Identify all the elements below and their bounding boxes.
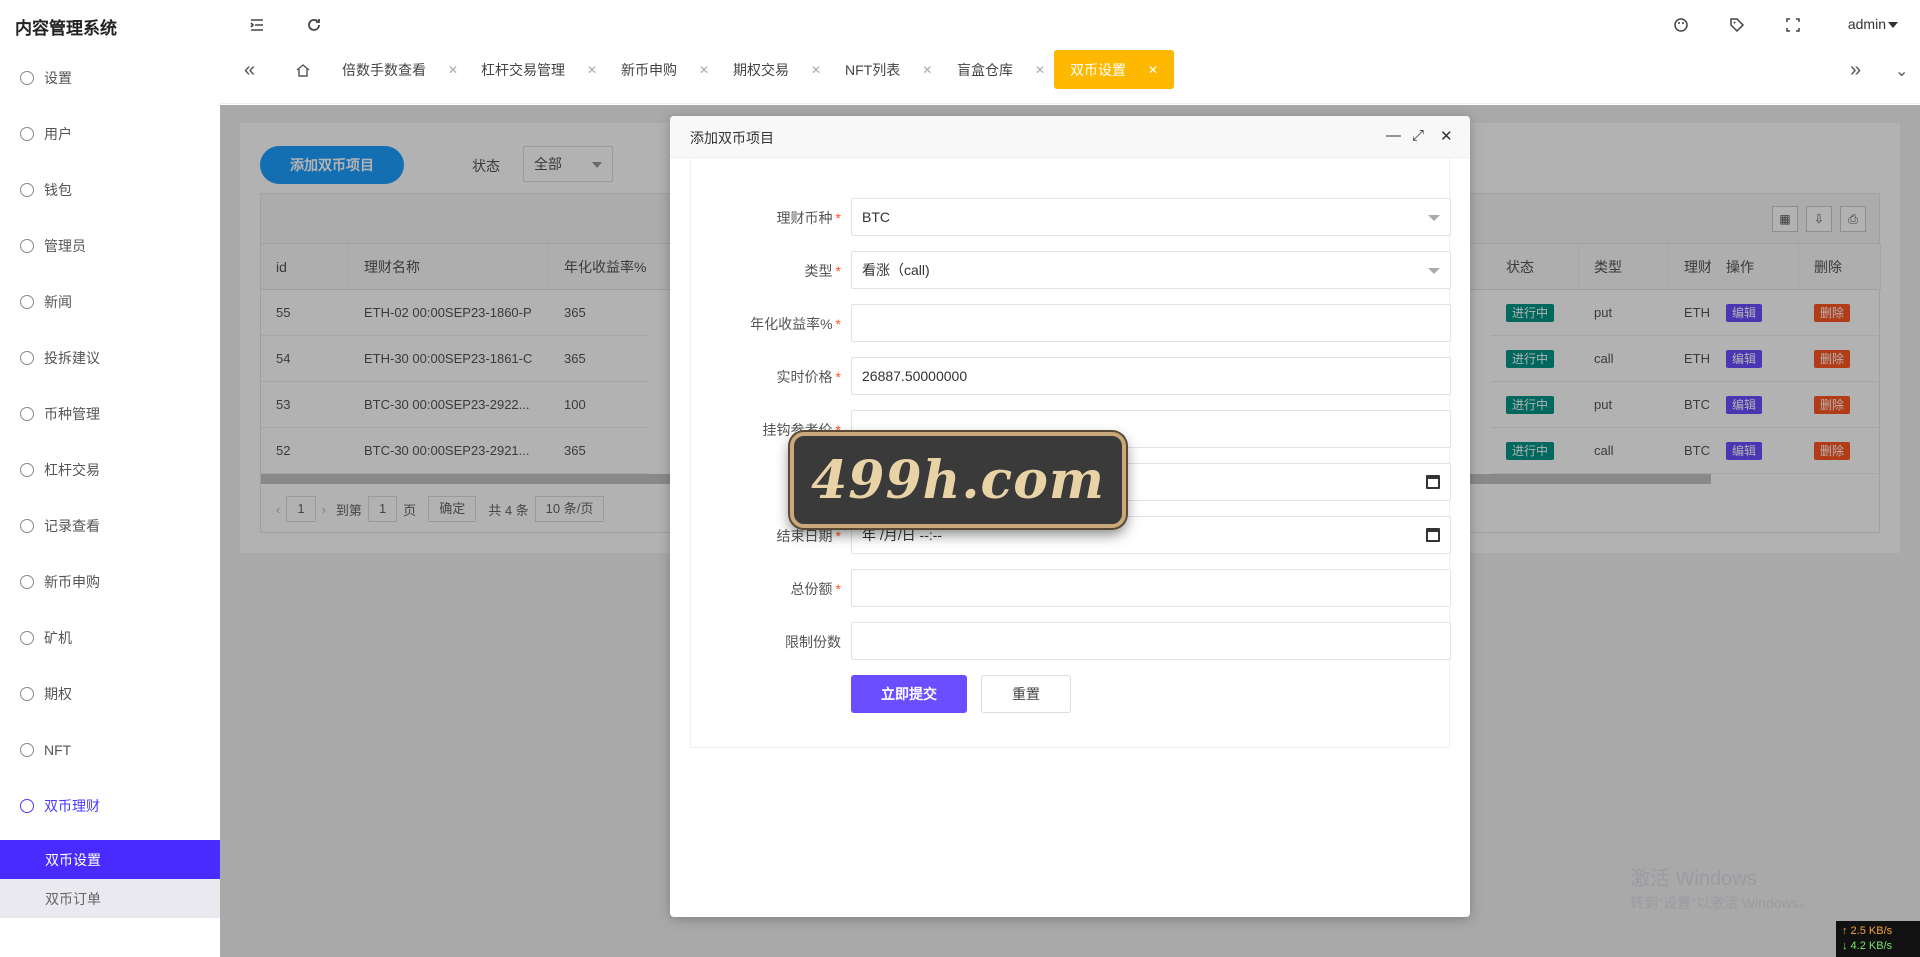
price-label: 实时价格 * xyxy=(776,369,841,385)
form-row-rate: 年化收益率% * xyxy=(691,304,1451,342)
type-select[interactable]: 看涨（call) xyxy=(851,251,1451,289)
close-icon[interactable]: ✕ xyxy=(1148,63,1158,77)
sidebar-item-news[interactable]: 新闻 xyxy=(0,274,220,330)
form-row-price: 实时价格 * 26887.50000000 xyxy=(691,357,1451,395)
sidebar-item-leverage[interactable]: 杠杆交易 xyxy=(0,442,220,498)
limit-label: 限制份数 xyxy=(785,634,841,650)
calendar-icon[interactable] xyxy=(1426,475,1440,489)
diamond-icon xyxy=(20,407,34,421)
tag-icon[interactable] xyxy=(1728,16,1746,34)
close-icon[interactable]: ✕ xyxy=(811,63,821,77)
tabs-scroll-left-icon[interactable]: « xyxy=(244,59,255,82)
tab-leverage[interactable]: 杠杆交易管理 ✕ xyxy=(481,50,597,89)
network-speed-widget: ↑ 2.5 KB/s ↓ 4.2 KB/s xyxy=(1836,921,1920,957)
chevron-down-icon[interactable] xyxy=(1888,22,1898,28)
menu-fold-icon[interactable] xyxy=(248,16,266,34)
end-label: 结束日期 * xyxy=(776,528,841,544)
home-icon[interactable] xyxy=(295,50,311,89)
sidebar-subitem-dual-settings[interactable]: 双币设置 xyxy=(0,840,220,879)
circle-icon xyxy=(20,519,34,533)
circle-icon xyxy=(20,631,34,645)
close-icon[interactable]: ✕ xyxy=(1440,127,1453,145)
chevron-down-icon[interactable]: ⌄ xyxy=(1895,61,1908,81)
refresh-icon[interactable] xyxy=(305,16,323,34)
type-label: 类型 * xyxy=(804,263,841,279)
close-icon[interactable]: ✕ xyxy=(587,63,597,77)
diamond-icon xyxy=(20,463,34,477)
sidebar-item-admins[interactable]: 管理员 xyxy=(0,218,220,274)
tab-new-coin[interactable]: 新币申购 ✕ xyxy=(621,50,709,89)
tab-nft[interactable]: NFT列表 ✕ xyxy=(845,50,932,89)
submit-button[interactable]: 立即提交 xyxy=(851,675,967,713)
sidebar-item-nft[interactable]: NFT xyxy=(0,722,220,778)
sidebar-item-wallet[interactable]: 钱包 xyxy=(0,162,220,218)
tabs-scroll-right-icon[interactable]: » xyxy=(1850,59,1861,82)
dialog-header: 添加双币项目 — ⤢ ✕ xyxy=(670,116,1470,158)
circle-icon xyxy=(20,743,34,757)
top-header: 内容管理系统 admin xyxy=(0,0,1920,50)
reset-button[interactable]: 重置 xyxy=(981,675,1071,713)
link-icon xyxy=(20,351,34,365)
close-icon[interactable]: ✕ xyxy=(448,63,458,77)
sidebar-item-dual-currency[interactable]: 双币理财 xyxy=(0,778,220,834)
windows-activation-watermark: 激活 Windows 转到"设置"以激活 Windows。 xyxy=(1630,868,1813,911)
sidebar-item-feedback[interactable]: 投拆建议 xyxy=(0,330,220,386)
rate-input[interactable] xyxy=(851,304,1451,342)
sidebar-item-options[interactable]: 期权 xyxy=(0,666,220,722)
minimize-icon[interactable]: — xyxy=(1386,127,1401,144)
sidebar-item-ipo[interactable]: 新币申购 xyxy=(0,554,220,610)
fullscreen-icon[interactable] xyxy=(1784,16,1802,34)
palette-icon[interactable] xyxy=(1672,16,1690,34)
tab-dual-settings[interactable]: 双币设置 ✕ xyxy=(1054,50,1175,89)
price-input[interactable]: 26887.50000000 xyxy=(851,357,1451,395)
circle-icon xyxy=(20,799,34,813)
user-menu[interactable]: admin xyxy=(1848,16,1886,32)
sidebar-item-settings[interactable]: 设置 xyxy=(0,50,220,106)
tab-multiplier[interactable]: 倍数手数查看 ✕ xyxy=(342,50,458,89)
form-row-total: 总份额 * xyxy=(691,569,1451,607)
shield-icon xyxy=(20,239,34,253)
tab-bar: « 倍数手数查看 ✕ 杠杆交易管理 ✕ 新币申购 ✕ 期权交易 ✕ NFT列表 ✕ 盲盒仓… xyxy=(220,50,1920,104)
circle-icon xyxy=(20,687,34,701)
maximize-icon[interactable]: ⤢ xyxy=(1412,127,1424,144)
dialog-title: 添加双币项目 xyxy=(690,130,774,146)
watermark-logo: 499h.com xyxy=(790,432,1126,528)
total-input[interactable] xyxy=(851,569,1451,607)
limit-input[interactable] xyxy=(851,622,1451,660)
user-icon xyxy=(20,127,34,141)
watermark-logo-text: 499h.com xyxy=(811,449,1105,511)
close-icon[interactable]: ✕ xyxy=(1035,63,1045,77)
form-row-type: 类型 * 看涨（call) xyxy=(691,251,1451,289)
app-brand: 内容管理系统 xyxy=(15,19,117,38)
sidebar: 设置 用户 钱包 管理员 新闻 投拆建议 币种管理 杠杆交易 记录查看 新币申购… xyxy=(0,50,220,957)
sidebar-item-miner[interactable]: 矿机 xyxy=(0,610,220,666)
coin-label: 理财币种 * xyxy=(776,210,841,226)
gear-icon xyxy=(20,71,34,85)
rate-label: 年化收益率% * xyxy=(750,316,841,332)
form-row-coin: 理财币种 * BTC xyxy=(691,198,1451,236)
close-icon[interactable]: ✕ xyxy=(922,63,932,77)
sidebar-item-users[interactable]: 用户 xyxy=(0,106,220,162)
tab-options[interactable]: 期权交易 ✕ xyxy=(733,50,821,89)
dollar-icon xyxy=(20,575,34,589)
sidebar-item-coins[interactable]: 币种管理 xyxy=(0,386,220,442)
calendar-icon[interactable] xyxy=(1426,528,1440,542)
form-row-limit: 限制份数 xyxy=(691,622,1451,660)
tag-icon xyxy=(20,295,34,309)
sidebar-subitem-dual-orders[interactable]: 双币订单 xyxy=(0,879,220,918)
sidebar-item-records[interactable]: 记录查看 xyxy=(0,498,220,554)
total-label: 总份额 * xyxy=(790,581,841,597)
close-icon[interactable]: ✕ xyxy=(699,63,709,77)
coin-select[interactable]: BTC xyxy=(851,198,1451,236)
tab-blindbox[interactable]: 盲盒仓库 ✕ xyxy=(957,50,1045,89)
dollar-icon xyxy=(20,183,34,197)
